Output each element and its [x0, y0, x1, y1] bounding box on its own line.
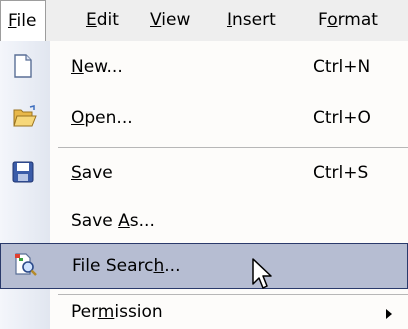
menu-item-open[interactable]: Open... Ctrl+O: [0, 99, 408, 139]
menu-separator: [58, 147, 408, 148]
shortcut-new: Ctrl+N: [313, 57, 371, 77]
open-folder-icon: [12, 105, 38, 133]
new-document-icon: [12, 54, 34, 82]
shortcut-save: Ctrl+S: [313, 163, 369, 183]
shortcut-open: Ctrl+O: [313, 108, 371, 128]
submenu-arrow-icon: [386, 309, 392, 319]
menu-item-save-as[interactable]: Save As...: [0, 201, 408, 241]
save-disk-icon: [12, 161, 34, 187]
menu-item-file-search[interactable]: File Search...: [0, 243, 408, 289]
menu-file[interactable]: File: [0, 0, 46, 41]
menu-item-new[interactable]: New... Ctrl+N: [0, 47, 408, 87]
menu-format[interactable]: Format: [318, 0, 378, 41]
menu-insert[interactable]: Insert: [227, 0, 276, 41]
menu-edit[interactable]: Edit: [86, 0, 119, 41]
mouse-pointer-icon: [252, 258, 274, 296]
menu-bar: File Edit View Insert Format: [0, 0, 408, 41]
file-search-icon: [13, 252, 39, 282]
menu-item-permission[interactable]: Permission: [0, 297, 408, 329]
menu-item-save[interactable]: Save Ctrl+S: [0, 153, 408, 193]
menu-view[interactable]: View: [150, 0, 190, 41]
menu-separator: [58, 294, 408, 295]
file-menu-dropdown: New... Ctrl+N Open... Ctrl+O Save Ctrl+S: [0, 41, 408, 329]
